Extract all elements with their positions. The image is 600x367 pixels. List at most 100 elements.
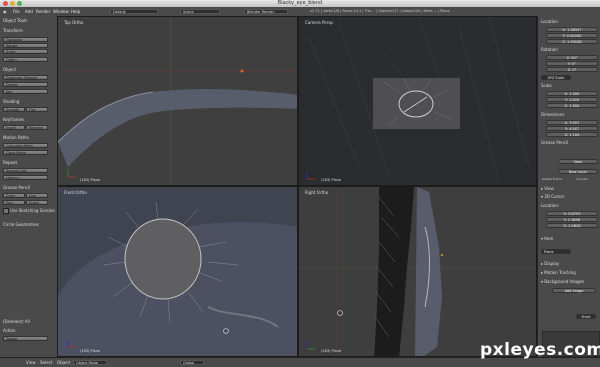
insert-keyframe-button[interactable]: Insert (3, 125, 25, 130)
blender-logo-icon[interactable]: ◉ (3, 9, 7, 14)
window-title: Blacky_eye_blend (277, 0, 323, 6)
display-section[interactable]: ▸ Display (541, 261, 598, 267)
grease-pencil-header: Grease Pencil (3, 185, 31, 190)
front-ortho-scene (58, 187, 297, 356)
cursor-x-field[interactable]: X: 0.8753 (546, 211, 598, 216)
remove-keyframe-button[interactable]: Remove (26, 125, 48, 130)
erase-button[interactable]: Erase (26, 200, 48, 205)
location-z-field[interactable]: Z: 1.39048 (546, 39, 598, 44)
item-section[interactable]: ▾ Item (541, 236, 598, 242)
cursor-y-field[interactable]: Y: 2.3698 (546, 217, 598, 222)
scale-header: Scale (541, 83, 552, 88)
view-section[interactable]: ▸ View (541, 186, 598, 192)
motion-paths-header: Motion Paths (3, 135, 29, 140)
sketching-label: Use Sketching Session (10, 208, 55, 213)
repeat-header: Repeat (3, 160, 18, 165)
menu-add[interactable]: Add (25, 9, 33, 14)
viewport-object-name: (183) Plane (321, 349, 342, 353)
draw-button[interactable]: Draw (3, 193, 25, 198)
flat-button[interactable]: Flat (26, 107, 48, 112)
poly-button[interactable]: Poly (3, 200, 25, 205)
scale-y-field[interactable]: Y: 1.000 (546, 97, 598, 102)
watermark-logo: pxleyes.com (480, 340, 600, 360)
minimize-window-icon[interactable] (10, 1, 15, 6)
item-name-field[interactable]: Plane (541, 249, 571, 254)
camera-persp-scene (299, 17, 536, 185)
dimensions-header: Dimensions (541, 112, 565, 117)
render-engine-select[interactable]: Blender Render (244, 9, 288, 14)
viewport-front-ortho[interactable]: Front Ortho (183) Plane (57, 186, 298, 357)
sketching-checkbox[interactable] (3, 208, 9, 214)
menu-help[interactable]: Help (71, 9, 80, 14)
scene-select[interactable]: Scene (180, 9, 220, 14)
location-y-field[interactable]: Y: 0.00000 (546, 33, 598, 38)
object-menu[interactable]: Object (57, 360, 70, 365)
rotation-x-field[interactable]: X: 90° (546, 55, 598, 60)
right-ortho-scene (299, 187, 536, 356)
stats-text: v2.71 | Verts:2/8 | Faces:1/11 | Tris:..… (310, 9, 450, 13)
close-window-icon[interactable] (3, 1, 8, 6)
viewport-right-ortho[interactable]: Right Ortho (183) Plane (298, 186, 537, 357)
location-x-field[interactable]: X: 1.38557 (546, 27, 598, 32)
viewport-label: Front Ortho (64, 190, 87, 195)
dimensions-z-field[interactable]: Z: 1.184 (546, 132, 598, 137)
delete-button[interactable]: Delete (3, 82, 48, 87)
history-button[interactable]: History... (3, 175, 48, 180)
rotation-mode-select[interactable]: XYZ Euler (541, 75, 571, 80)
scale-z-field[interactable]: Z: 1.000 (546, 103, 598, 108)
motion-tracking-section[interactable]: ▸ Motion Tracking (541, 270, 598, 276)
viewport-object-name: (183) Plane (80, 178, 101, 182)
window-titlebar: Blacky_eye_blend (0, 0, 600, 7)
translate-button[interactable]: Translate (3, 37, 48, 42)
cursor-location-label: Location: (541, 203, 560, 208)
object-header: Object (3, 67, 17, 72)
layout-select[interactable]: Default (110, 9, 158, 14)
new-layer-button[interactable]: New Layer (558, 169, 598, 174)
location-header: Location (541, 19, 558, 24)
shading-header: Shading (3, 99, 20, 104)
tool-shelf: Object Tools Transform Translate Rotate … (0, 16, 58, 357)
background-images-section[interactable]: ▾ Background Images (541, 279, 598, 285)
line-button[interactable]: Line (26, 193, 48, 198)
menu-file[interactable]: File (13, 9, 20, 14)
properties-panel: Location X: 1.38557 Y: 0.00000 Z: 1.3904… (537, 16, 600, 357)
tool-shelf-header: Object Tools (3, 18, 28, 23)
rotation-header: Rotation (541, 47, 558, 52)
clear-paths-button[interactable]: Clear Paths (3, 150, 48, 155)
smooth-button[interactable]: Smooth (3, 107, 25, 112)
top-ortho-scene (58, 17, 297, 185)
menu-render[interactable]: Render (36, 9, 50, 14)
repeat-last-button[interactable]: Repeat Last (3, 168, 48, 173)
duplicate-objects-button[interactable]: Duplicate Objects (3, 75, 48, 80)
viewport-top-ortho[interactable]: Top Ortho (183) Plane (57, 16, 298, 186)
mode-select[interactable]: Object Mode (73, 360, 107, 365)
zoom-window-icon[interactable] (17, 1, 22, 6)
action-select[interactable]: Toggle (3, 336, 48, 341)
rotation-y-field[interactable]: Y: 0° (546, 61, 598, 66)
3d-cursor-section[interactable]: ▾ 3D Cursor (541, 194, 598, 200)
viewport-object-name: (183) Plane (321, 178, 342, 182)
join-button[interactable]: Join (3, 89, 48, 94)
scale-x-field[interactable]: X: 1.000 (546, 91, 598, 96)
transform-header: Transform (3, 28, 23, 33)
origin-button[interactable]: Origin (3, 57, 48, 62)
view-menu[interactable]: View (26, 360, 36, 365)
new-grease-button[interactable]: New (558, 159, 598, 164)
calculate-paths-button[interactable]: Calculate Paths (3, 143, 48, 148)
convert-label[interactable]: Convert (576, 177, 588, 181)
rotation-z-field[interactable]: Z: 0° (546, 67, 598, 72)
add-image-button[interactable]: Add Image (552, 288, 596, 293)
grease-pencil-panel-header: Grease Pencil (541, 140, 569, 145)
delete-frame-label[interactable]: Delete Frame (542, 177, 562, 181)
scale-button[interactable]: Scale (3, 49, 48, 54)
dimensions-y-field[interactable]: Y: 4.547 (546, 126, 598, 131)
dimensions-x-field[interactable]: X: 3.957 (546, 120, 598, 125)
menu-window[interactable]: Window (53, 9, 69, 14)
cursor-z-field[interactable]: Z: 2.5626 (546, 223, 598, 228)
viewport-camera-persp[interactable]: Camera Persp (183) Plane (298, 16, 537, 186)
view-axis-select[interactable]: Front (576, 314, 596, 319)
rotate-button[interactable]: Rotate (3, 43, 48, 48)
action-label: Action (3, 328, 16, 333)
select-menu[interactable]: Select (40, 360, 52, 365)
transform-orientation-select[interactable]: Global (180, 360, 204, 365)
